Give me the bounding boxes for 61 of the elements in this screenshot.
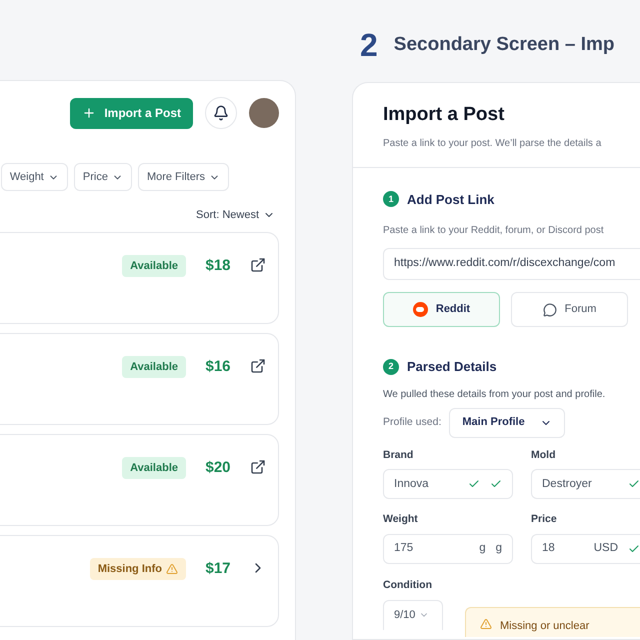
field-value: Innova [394,476,430,492]
text-field[interactable]: Innova [383,469,513,500]
step-description: Paste a link to your Reddit, forum, or Discord post [383,224,605,238]
profile-dropdown[interactable]: Main Profile [449,408,566,438]
external-link-icon[interactable] [250,358,266,374]
status-badge: Available [122,254,186,277]
filter-dropdown[interactable]: Price [74,163,132,191]
card-subtitle: Paste a link to your post. We’ll parse the details a [383,136,602,150]
status-badge: Available [122,356,186,378]
import-post-button[interactable]: Import a Post [70,98,193,128]
warning-icon [480,618,492,630]
field-label: Brand [383,448,414,462]
unit-label: g [479,541,486,556]
unit-label: USD [594,541,618,556]
platform-button[interactable]: Reddit [383,292,500,327]
price: $17 [204,558,232,578]
field-label: Price [531,512,558,528]
price: $18 [204,256,232,276]
platform-button[interactable]: Forum [511,292,628,327]
price: $20 [204,458,232,478]
field-label: Weight [383,512,419,528]
listing-card[interactable]: Available $18 [0,232,279,324]
url-field[interactable]: https://www.reddit.com/r/discexchange/com [383,248,640,280]
avatar[interactable] [249,98,279,128]
section-heading: Secondary Screen – Imp [394,32,615,57]
card-title: Import a Post [383,103,506,127]
status-badge: Missing Info [90,558,186,580]
step-title: Parsed Details [407,358,497,376]
warning-icon [166,562,178,575]
field-label: Profile used: [383,414,442,430]
status-badge: Available [122,456,186,479]
field-label: Mold [531,448,556,462]
text-field[interactable]: 175 g g [383,534,513,564]
external-link-icon[interactable] [250,256,266,272]
text-field[interactable]: 18 USD [531,534,640,564]
alert-text: Missing or unclear [500,618,590,634]
price: $16 [204,356,232,376]
filter-dropdown[interactable]: More Filters [138,163,229,191]
step-description: We pulled these details from your post and profile. [383,388,606,402]
sort-dropdown[interactable]: Sort: Newest [196,207,275,224]
listing-card[interactable]: Available $20 [0,434,279,526]
step-badge: 1 [383,191,399,208]
field-value: Destroyer [542,476,593,492]
step-title: Add Post Link [407,190,494,208]
condition-dropdown[interactable]: 9/10 [383,600,443,630]
step-badge: 2 [383,358,399,375]
bell-icon [213,105,229,121]
text-field[interactable]: Destroyer [531,469,640,500]
plus-icon [82,106,96,120]
external-link-icon[interactable] [250,458,266,474]
check-icon [628,543,640,555]
listing-card[interactable]: Available $16 [0,332,279,424]
field-value: 175 [394,541,414,556]
listing-card[interactable]: Missing Info $17 [0,534,279,626]
step-number: 2 [360,26,378,65]
chat-bubble-icon [542,302,557,316]
filter-dropdown[interactable]: Weight [0,163,68,191]
notification-button[interactable] [205,97,237,129]
field-label: Condition [383,578,433,593]
unit-label: g [496,541,502,556]
field-value: 18 [542,541,556,556]
